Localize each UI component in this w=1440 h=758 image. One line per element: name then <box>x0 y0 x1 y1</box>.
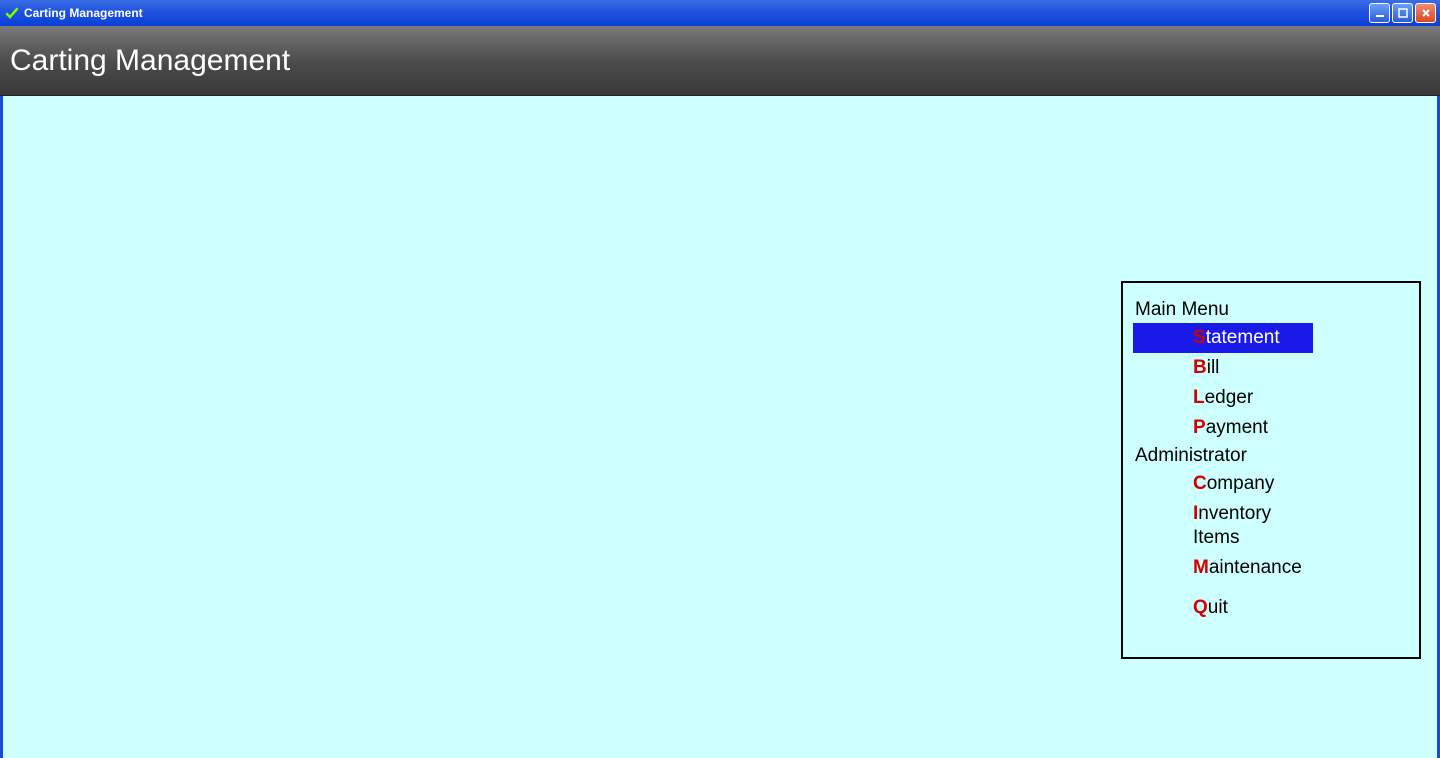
menu-item-quit[interactable]: Quit <box>1133 593 1313 623</box>
maximize-button[interactable] <box>1392 3 1413 23</box>
minimize-button[interactable] <box>1369 3 1390 23</box>
menu-item-ledger[interactable]: Ledger <box>1133 383 1313 413</box>
menu-section-main: Main Menu <box>1123 299 1419 321</box>
menu-item-inventory-items[interactable]: Inventory Items <box>1133 499 1313 553</box>
menu-item-maintenance[interactable]: Maintenance <box>1133 553 1313 583</box>
header-band: Carting Management <box>0 26 1440 96</box>
menu-section-administrator: Administrator <box>1123 445 1419 467</box>
menu-item-statement[interactable]: Statement <box>1133 323 1313 353</box>
menu-item-bill[interactable]: Bill <box>1133 353 1313 383</box>
close-button[interactable] <box>1415 3 1436 23</box>
menu-item-payment[interactable]: Payment <box>1133 413 1313 443</box>
window-title: Carting Management <box>24 6 143 20</box>
menu-item-company[interactable]: Company <box>1133 469 1313 499</box>
content-area: Main Menu Statement Bill Ledger Payment … <box>0 96 1440 758</box>
titlebar: Carting Management <box>0 0 1440 26</box>
app-icon <box>4 5 20 21</box>
window-controls <box>1369 3 1436 23</box>
main-menu-panel: Main Menu Statement Bill Ledger Payment … <box>1121 281 1421 659</box>
page-title: Carting Management <box>10 44 290 78</box>
